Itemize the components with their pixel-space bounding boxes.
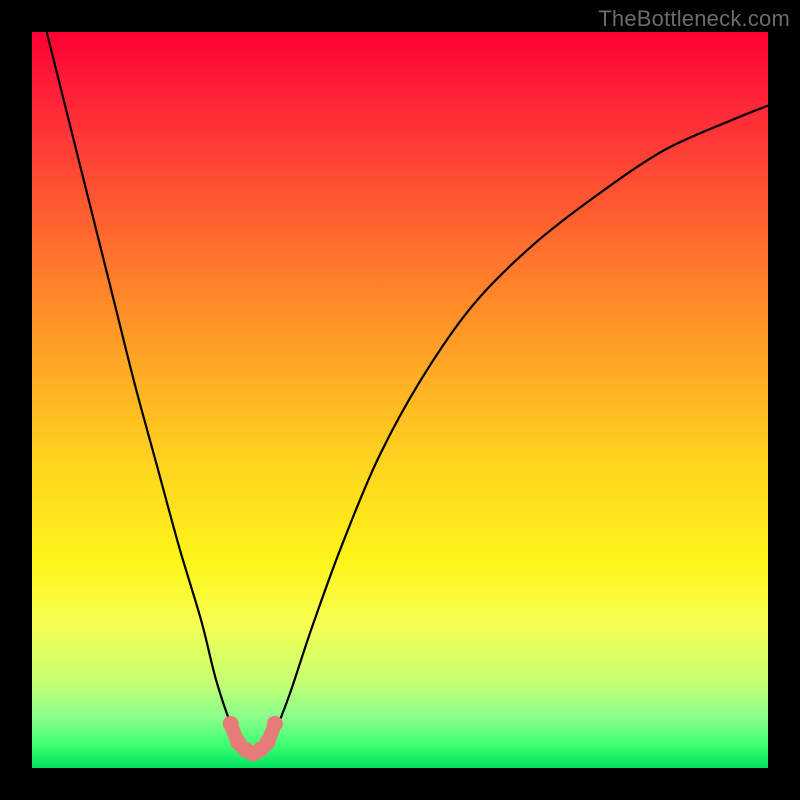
highlight-dots-group bbox=[223, 716, 283, 761]
chart-svg bbox=[32, 32, 768, 768]
bottleneck-curve bbox=[47, 32, 768, 753]
chart-frame: TheBottleneck.com bbox=[0, 0, 800, 800]
highlight-dot bbox=[267, 716, 283, 732]
plot-area bbox=[32, 32, 768, 768]
highlight-dot bbox=[260, 734, 276, 750]
highlight-dot bbox=[223, 716, 239, 732]
watermark-text: TheBottleneck.com bbox=[598, 6, 790, 32]
